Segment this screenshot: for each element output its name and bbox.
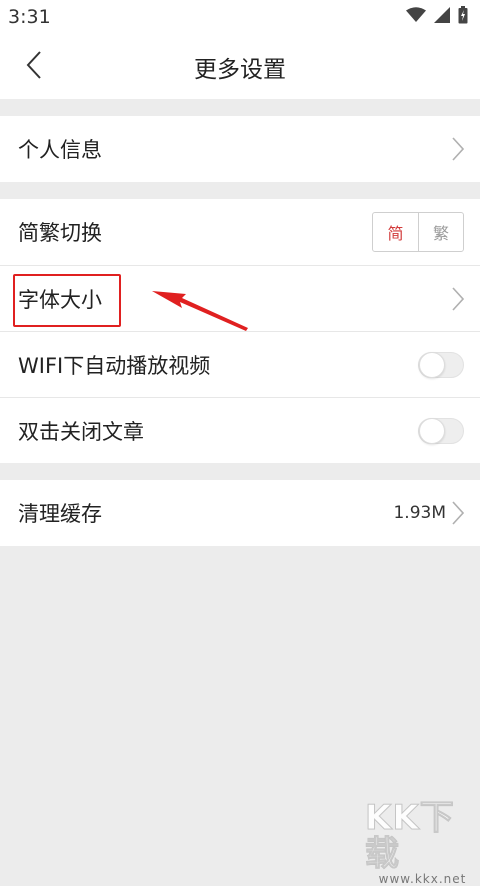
clear-cache-right: 1.93M xyxy=(393,501,464,525)
back-arrow-icon xyxy=(26,50,42,83)
section-divider xyxy=(0,182,480,199)
toggle-knob xyxy=(419,417,445,444)
watermark: KK下载 www.kkx.net xyxy=(365,800,480,886)
chevron-right-icon xyxy=(452,501,464,525)
status-time: 3:31 xyxy=(8,6,51,28)
chevron-right-icon xyxy=(452,286,464,311)
signal-icon xyxy=(434,7,450,27)
script-switch-label: 简繁切换 xyxy=(18,221,102,245)
chevron-right-icon xyxy=(452,137,464,161)
double-tap-close-row: 双击关闭文章 xyxy=(0,397,480,463)
watermark-logo: KK下载 xyxy=(365,798,455,874)
script-segmented-control: 简 繁 xyxy=(372,212,464,252)
wifi-autoplay-row: WIFI下自动播放视频 xyxy=(0,331,480,397)
status-bar: 3:31 xyxy=(0,0,480,34)
wifi-icon xyxy=(406,7,426,27)
annotation-highlight-box xyxy=(13,274,121,327)
personal-info-row[interactable]: 个人信息 xyxy=(0,116,480,182)
cache-size-value: 1.93M xyxy=(393,503,446,523)
section-divider xyxy=(0,99,480,116)
cache-section: 清理缓存 1.93M xyxy=(0,480,480,546)
toggle-knob xyxy=(419,351,445,378)
wifi-autoplay-toggle[interactable] xyxy=(418,351,464,378)
clear-cache-label: 清理缓存 xyxy=(18,502,102,526)
clear-cache-row[interactable]: 清理缓存 1.93M xyxy=(0,480,480,546)
annotation-arrow-icon xyxy=(150,288,250,340)
page-title: 更多设置 xyxy=(194,56,286,83)
status-icons xyxy=(406,6,468,28)
double-tap-close-label: 双击关闭文章 xyxy=(18,419,144,444)
traditional-option[interactable]: 繁 xyxy=(418,213,463,251)
simplified-option[interactable]: 简 xyxy=(373,213,418,251)
personal-info-label: 个人信息 xyxy=(18,138,102,162)
wifi-autoplay-label: WIFI下自动播放视频 xyxy=(18,353,211,378)
battery-icon xyxy=(458,6,468,28)
back-button[interactable] xyxy=(14,47,54,87)
script-switch-row: 简繁切换 简 繁 xyxy=(0,199,480,265)
personal-section: 个人信息 xyxy=(0,116,480,182)
header: 更多设置 xyxy=(0,34,480,99)
watermark-url: www.kkx.net xyxy=(378,872,467,886)
double-tap-close-toggle[interactable] xyxy=(418,417,464,444)
section-divider xyxy=(0,463,480,480)
